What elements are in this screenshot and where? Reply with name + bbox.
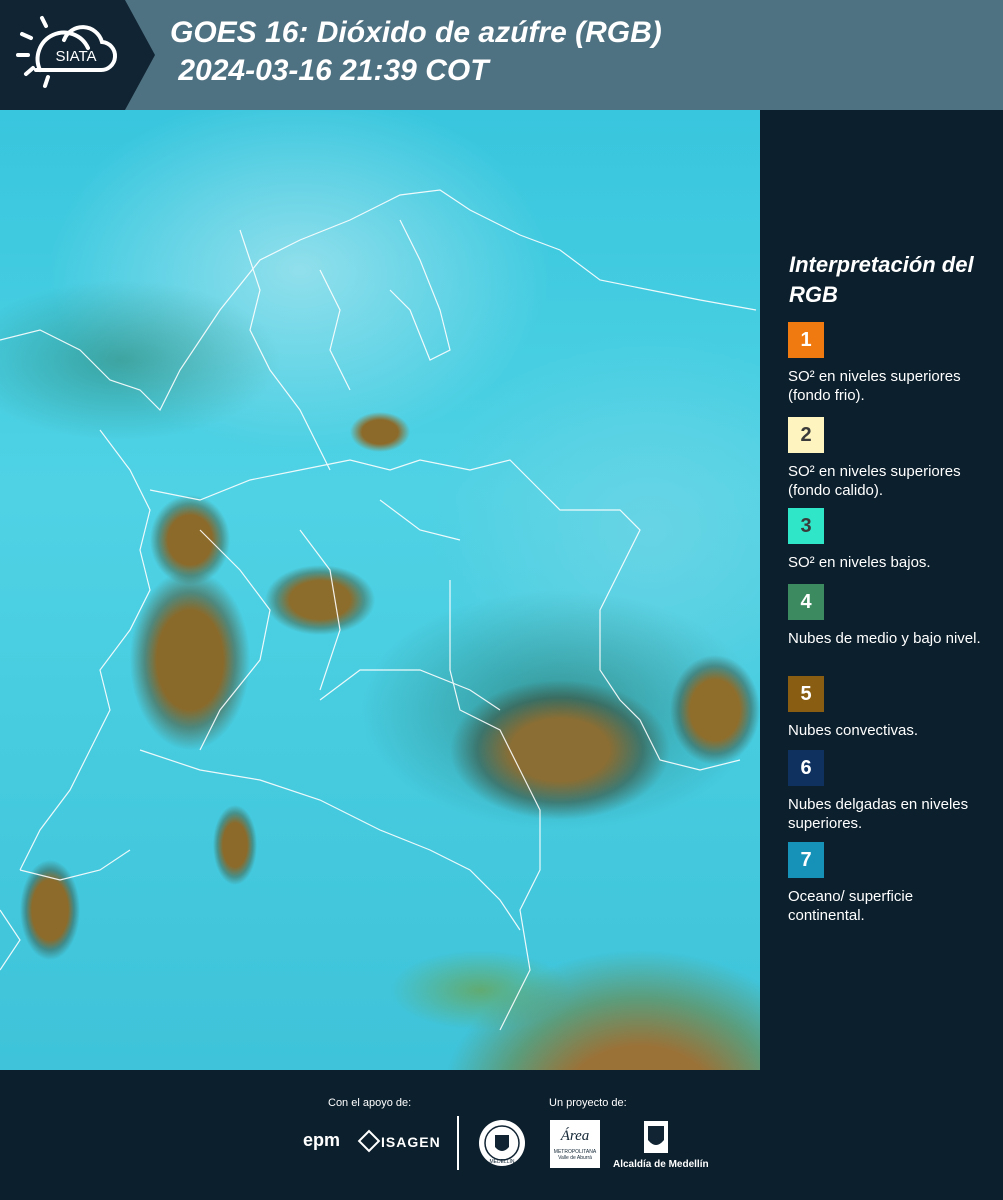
title-line-2: 2024-03-16 21:39 COT [170, 54, 489, 87]
legend-text-1: SO² en niveles superiores (fondo frio). [788, 368, 961, 404]
legend-item-1: 1 SO² en niveles superiores (fondo frio)… [788, 322, 988, 405]
legend-swatch-1: 1 [788, 322, 824, 358]
page-title: GOES 16: Dióxido de azúfre (RGB) 2024-03… [170, 14, 662, 90]
satellite-map [0, 110, 760, 1070]
siata-logo-text: SIATA [55, 48, 96, 65]
legend-item-7: 7 Oceano/ superficie continental. [788, 842, 988, 925]
legend-text-2: SO² en niveles superiores (fondo calido)… [788, 463, 961, 499]
area-metropolitana-logo: Área METROPOLITANA Valle de Aburrá [550, 1120, 600, 1168]
legend-text-4: Nubes de medio y bajo nivel. [788, 630, 981, 647]
legend-swatch-7: 7 [788, 842, 824, 878]
header-bar: SIATA GOES 16: Dióxido de azúfre (RGB) 2… [0, 0, 1003, 110]
isagen-logo: ISAGEN [381, 1134, 441, 1150]
alcaldia-logo-text: Alcaldía de Medellín [613, 1159, 709, 1170]
legend-text-5: Nubes convectivas. [788, 722, 919, 739]
medellin-seal: MEDELLÍN [479, 1120, 525, 1166]
epm-logo: epm [303, 1130, 341, 1150]
legend-swatch-6: 6 [788, 750, 824, 786]
project-label: Un proyecto de: [549, 1097, 627, 1109]
area-logo-sub2: Valle de Aburrá [558, 1155, 592, 1161]
isagen-diamond-icon [357, 1129, 381, 1153]
legend-text-7: Oceano/ superficie continental. [788, 888, 914, 924]
alcaldia-crest-icon [644, 1121, 668, 1153]
legend-item-3: 3 SO² en niveles bajos. [788, 508, 988, 572]
legend-item-4: 4 Nubes de medio y bajo nivel. [788, 584, 988, 648]
area-logo-text: Área [560, 1128, 590, 1144]
svg-text:MEDELLÍN: MEDELLÍN [489, 1158, 514, 1165]
legend-swatch-3: 3 [788, 508, 824, 544]
legend-item-5: 5 Nubes convectivas. [788, 676, 988, 740]
support-label: Con el apoyo de: [328, 1097, 412, 1109]
legend-swatch-5: 5 [788, 676, 824, 712]
country-borders [0, 189, 757, 1031]
footer-divider [457, 1116, 459, 1170]
legend-swatch-2: 2 [788, 417, 824, 453]
legend-item-6: 6 Nubes delgadas en niveles superiores. [788, 750, 988, 833]
legend-item-2: 2 SO² en niveles superiores (fondo calid… [788, 417, 988, 500]
legend-text-3: SO² en niveles bajos. [788, 554, 931, 571]
title-line-1: GOES 16: Dióxido de azúfre (RGB) [170, 16, 662, 49]
legend-title: Interpretación del RGB [789, 252, 974, 307]
legend-text-6: Nubes delgadas en niveles superiores. [788, 796, 969, 832]
legend-swatch-4: 4 [788, 584, 824, 620]
siata-logo: SIATA [0, 0, 155, 110]
